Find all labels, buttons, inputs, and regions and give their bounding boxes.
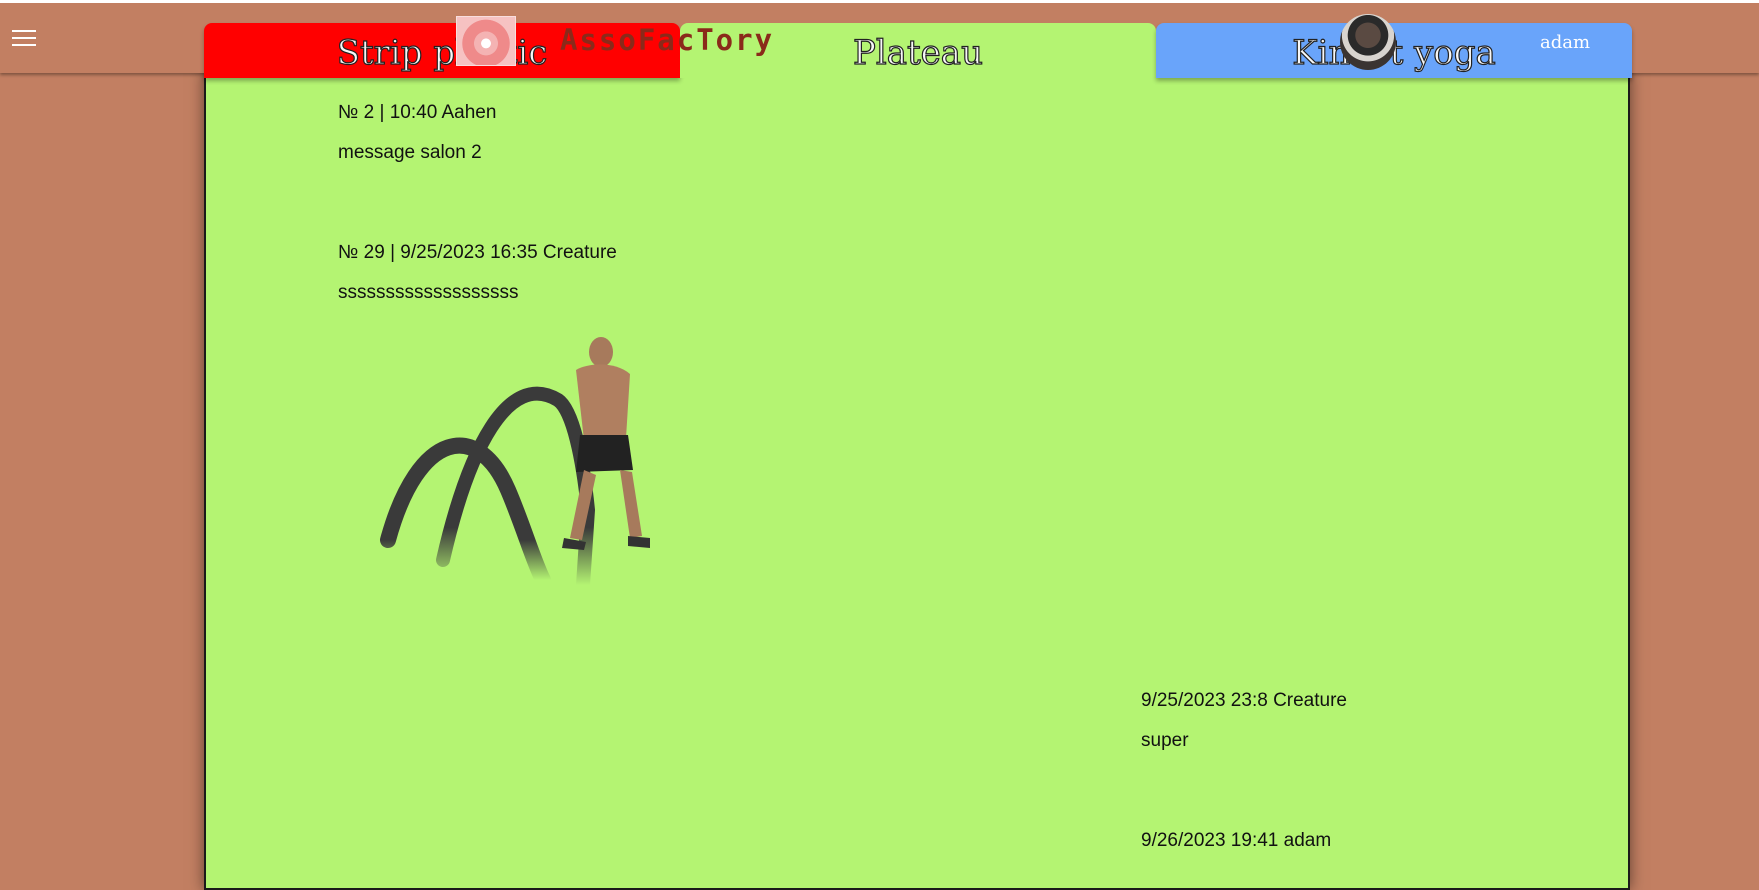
message-body: super [1141,730,1189,751]
message-body: message salon 2 [338,142,482,163]
message-body: sssssssssssssssssss [338,282,519,303]
message-meta: 9/26/2023 19:41 adam [1141,830,1332,851]
message-item: № 2 | 10:40 Aahen message salon 2 [338,102,496,164]
message-meta: 9/25/2023 23:8 Creature [1141,690,1347,711]
username-label[interactable]: adam [1540,32,1590,53]
hamburger-menu-icon[interactable] [12,30,36,50]
logo-image [456,16,516,66]
message-meta: № 2 | 10:40 Aahen [338,102,497,123]
message-item: 9/26/2023 19:41 adam [1141,830,1331,870]
user-avatar[interactable] [1340,14,1396,70]
message-meta: № 29 | 9/25/2023 16:35 Creature [338,242,617,263]
message-item: № 29 | 9/25/2023 16:35 Creature ssssssss… [338,242,617,304]
logo-text: AssoFacTory [560,23,775,57]
top-bar: Strip plastic Plateau Kinect yoga AssoFa… [0,0,1759,78]
chat-panel: № 2 | 10:40 Aahen message salon 2 № 29 |… [204,70,1630,890]
battle-rope-athlete-photo [380,337,650,592]
message-item: 9/25/2023 23:8 Creature super [1141,690,1347,752]
